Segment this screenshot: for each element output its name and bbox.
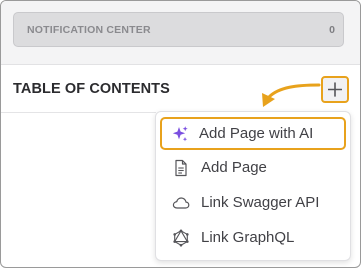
- menu-item-label: Link Swagger API: [201, 194, 320, 211]
- add-page-button[interactable]: [321, 76, 349, 103]
- menu-item-link-graphql[interactable]: Link GraphQL: [162, 222, 346, 253]
- graphql-icon: [173, 229, 189, 247]
- menu-item-add-page[interactable]: Add Page: [162, 152, 346, 183]
- sparkles-icon: [172, 126, 188, 142]
- cloud-icon: [172, 197, 190, 209]
- plus-icon: [328, 82, 342, 97]
- panel-frame: NOTIFICATION CENTER 0 TABLE OF CONTENTS …: [0, 0, 361, 268]
- toc-divider: [1, 112, 156, 113]
- menu-item-add-page-with-ai[interactable]: Add Page with AI: [160, 117, 346, 150]
- notification-center-bar[interactable]: NOTIFICATION CENTER 0: [13, 12, 344, 47]
- menu-item-label: Add Page: [201, 159, 267, 176]
- page-icon: [175, 159, 187, 177]
- notification-center-label: NOTIFICATION CENTER: [27, 24, 151, 36]
- notification-section: NOTIFICATION CENTER 0: [1, 1, 360, 65]
- menu-item-link-swagger-api[interactable]: Link Swagger API: [162, 187, 346, 218]
- menu-item-label: Add Page with AI: [199, 125, 314, 142]
- toc-title: TABLE OF CONTENTS: [13, 81, 170, 97]
- add-page-menu: Add Page with AI Add Page Link Swagger A…: [155, 111, 351, 261]
- notification-count: 0: [329, 24, 335, 36]
- menu-item-label: Link GraphQL: [201, 229, 295, 246]
